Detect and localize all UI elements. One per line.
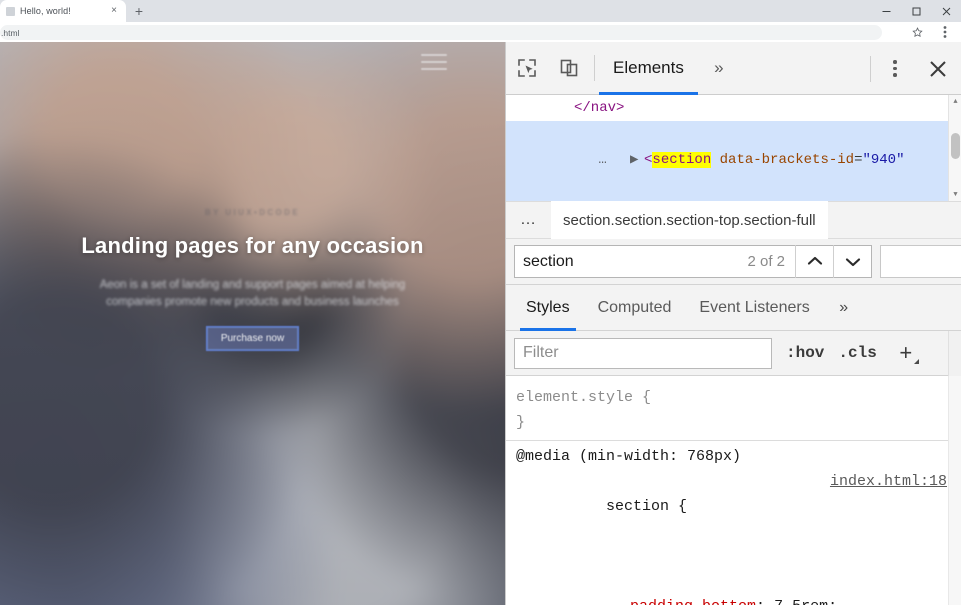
devtools-settings-button[interactable] [875, 42, 915, 95]
dom-scrollbar[interactable]: ▲ ▼ [948, 95, 961, 201]
hero-section: Landing pages for any occasion Aeon is a… [0, 232, 505, 352]
rule-selector: section { [606, 498, 688, 515]
browser-chrome: Hello, world! × + .html [0, 0, 961, 42]
devtools-toolbar-right [866, 42, 961, 95]
address-bar[interactable]: .html [0, 25, 882, 40]
rule-closing-brace: } [516, 414, 526, 431]
page-title: Landing pages for any occasion [81, 233, 424, 258]
browser-menu-button[interactable] [935, 22, 955, 42]
rule-source-link[interactable]: index.html:18 [830, 469, 947, 494]
styles-more-tabs-button[interactable]: » [824, 285, 864, 331]
dom-scroll-thumb[interactable] [951, 133, 960, 159]
rule-selector-row: section { index.html:18 [506, 469, 961, 569]
devtools-toolbar: Elements » [506, 42, 961, 95]
rule-element-style[interactable]: element.style { } [506, 382, 961, 440]
page-navbar [0, 42, 505, 82]
filter-input[interactable]: Filter [514, 337, 772, 369]
inspect-cursor-icon [518, 59, 536, 77]
hero-cta-wrapper: Purchase now [14, 326, 491, 352]
breadcrumb: … section.section.section-top.section-fu… [506, 201, 961, 239]
declaration-property[interactable]: padding-bottom [630, 598, 756, 605]
search-trailing-field[interactable] [880, 245, 961, 278]
dom-attr-value-1: "940" [862, 152, 905, 168]
rule-section-media[interactable]: @media (min-width: 768px) section { inde… [506, 440, 961, 605]
chevron-up-icon [807, 256, 822, 265]
search-next-button[interactable] [833, 245, 871, 278]
maximize-button[interactable] [901, 0, 931, 22]
chevron-down-icon [845, 258, 860, 267]
rule-declaration[interactable]: padding-bottom: 7.5rem; [506, 569, 961, 605]
new-tab-button[interactable]: + [126, 0, 152, 22]
tab-elements[interactable]: Elements [599, 42, 698, 95]
star-icon [911, 26, 923, 37]
dom-tag-name: section [652, 152, 712, 168]
devtools-panel: Elements » </nav> … ▶ <section data-brac… [505, 42, 961, 605]
dom-selected-row-1: … ▶ <section data-brackets-id="940" [506, 121, 961, 199]
search-box[interactable]: section 2 of 2 [514, 245, 872, 278]
inspect-element-button[interactable] [506, 42, 548, 95]
page-viewport[interactable]: BY UIUX•DCODE Landing pages for any occa… [0, 42, 505, 605]
styles-scrollbar[interactable] [948, 376, 961, 605]
omnibox-row: .html [0, 22, 961, 42]
close-icon[interactable]: × [108, 5, 120, 17]
hov-toggle-button[interactable]: :hov [786, 344, 824, 362]
device-toolbar-icon [560, 59, 578, 77]
close-window-button[interactable] [931, 0, 961, 22]
filter-row-scrollbar [948, 331, 961, 376]
brand-watermark: BY UIUX•DCODE [204, 208, 301, 217]
more-panels-button[interactable]: » [698, 42, 740, 95]
tab-computed[interactable]: Computed [584, 285, 686, 331]
dom-selected-node[interactable]: …▶<section data-brackets-id="940" class=… [506, 121, 961, 201]
dom-selected-row-2: class="section section-top [506, 199, 961, 201]
devtools-close-button[interactable] [915, 42, 961, 95]
minimize-button[interactable] [871, 0, 901, 22]
dom-line-nav-close[interactable]: </nav> [506, 95, 961, 121]
device-toolbar-button[interactable] [548, 42, 590, 95]
search-input[interactable]: section [515, 253, 747, 271]
page-favicon-icon [6, 6, 15, 16]
hero-subtitle: Aeon is a set of landing and support pag… [99, 278, 406, 309]
tab-event-listeners[interactable]: Event Listeners [685, 285, 823, 331]
address-bar-url: .html [1, 27, 20, 38]
close-icon [930, 60, 946, 77]
window-controls [871, 0, 961, 22]
minimize-icon [882, 10, 890, 12]
search-result-count: 2 of 2 [747, 253, 785, 270]
rule-selector: element.style { [516, 389, 652, 406]
cls-toggle-button[interactable]: .cls [838, 344, 876, 362]
purchase-now-button[interactable]: Purchase now [205, 326, 300, 352]
scroll-up-icon[interactable]: ▲ [949, 95, 961, 108]
styles-tab-bar: Styles Computed Event Listeners » [506, 285, 961, 331]
dom-search-bar: section 2 of 2 [506, 239, 961, 285]
scroll-down-icon[interactable]: ▼ [949, 188, 961, 201]
expand-arrow-icon[interactable]: ▶ [630, 147, 644, 173]
toolbar-divider [594, 55, 595, 81]
bookmark-star-button[interactable] [907, 22, 927, 42]
search-prev-button[interactable] [795, 245, 833, 278]
styles-rules-list[interactable]: element.style { } @media (min-width: 768… [506, 376, 961, 605]
dom-nav-close-tag: </nav> [574, 100, 625, 116]
maximize-icon [912, 7, 920, 15]
browser-tab[interactable]: Hello, world! × [0, 0, 126, 22]
close-icon [942, 7, 950, 15]
screenshot-root: Hello, world! × + .html BY UIUX•DCODE La… [0, 0, 961, 605]
styles-filter-row: Filter :hov .cls + [506, 331, 961, 376]
breadcrumb-ellipsis[interactable]: … [506, 211, 551, 229]
tab-title: Hello, world! [20, 6, 71, 16]
declaration-value[interactable]: 7.5rem; [774, 598, 837, 605]
toolbar-divider-right [870, 55, 871, 82]
dom-attr-name-1: data-brackets-id [719, 152, 855, 168]
rule-media-query: @media (min-width: 768px) [516, 448, 742, 465]
hamburger-menu-icon[interactable] [421, 54, 447, 70]
kebab-menu-icon [943, 26, 947, 38]
breadcrumb-item-section[interactable]: section.section.section-top.section-full [551, 201, 828, 239]
tab-strip: Hello, world! × + [0, 0, 961, 22]
new-style-rule-button[interactable]: + [893, 340, 919, 366]
dom-tree[interactable]: </nav> … ▶ <section data-brackets-id="940"… [506, 95, 961, 201]
dom-row-ellipsis[interactable]: … [590, 147, 616, 173]
tab-styles[interactable]: Styles [512, 285, 584, 331]
